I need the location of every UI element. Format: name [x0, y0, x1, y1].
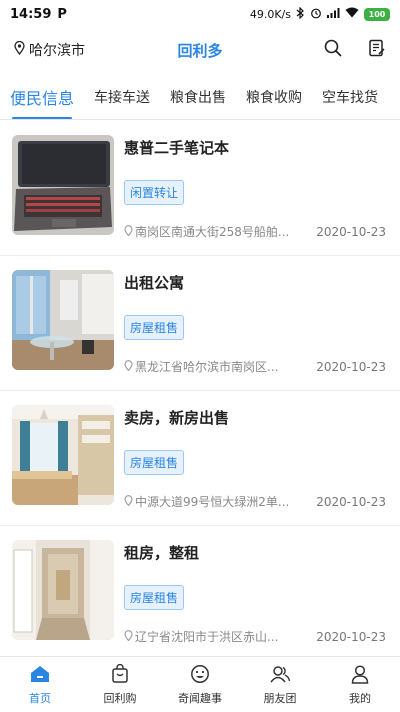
hallway-photo: [12, 540, 114, 640]
nav-profile[interactable]: 我的: [320, 657, 400, 712]
item-date: 2020-10-23: [316, 629, 386, 644]
home-icon: [29, 664, 51, 687]
item-info: 卖房，新房出售 房屋租售 中源大道99号恒大绿洲2单... 2020-10-23: [124, 405, 386, 525]
item-info: 租房，整租 房屋租售 辽宁省沈阳市于洪区赤山... 2020-10-23: [124, 540, 386, 656]
nav-stories[interactable]: 奇闻趣事: [160, 657, 240, 712]
location-pin-icon: [124, 359, 133, 374]
parking-notification-icon: P: [57, 6, 67, 22]
tab-car-pickup[interactable]: 车接车送: [84, 74, 160, 119]
nav-label: 回利购: [103, 691, 137, 705]
location-label: 哈尔滨市: [29, 43, 85, 59]
alarm-icon: [310, 7, 322, 22]
bedroom-photo: [12, 405, 114, 505]
location-pin-icon: [124, 494, 133, 509]
shopping-bag-icon: [110, 663, 130, 687]
post-edit-icon[interactable]: [368, 39, 386, 61]
item-date: 2020-10-23: [316, 494, 386, 509]
item-address: 辽宁省沈阳市于洪区赤山...: [135, 630, 279, 644]
post-list: 惠普二手笔记本 闲置转让 南岗区南通大街258号船舶... 2020-10-23: [0, 121, 400, 656]
bluetooth-icon: [296, 6, 305, 22]
nav-home[interactable]: 首页: [0, 657, 80, 712]
item-date: 2020-10-23: [316, 224, 386, 239]
item-title: 卖房，新房出售: [124, 409, 230, 427]
tab-grain-purchase[interactable]: 粮食收购: [236, 74, 312, 119]
user-icon: [350, 664, 370, 687]
network-speed: 49.0K/s: [249, 7, 291, 21]
location-pin-icon: [124, 224, 133, 239]
laptop-photo: [12, 135, 114, 235]
item-title: 出租公寓: [124, 274, 185, 292]
app-header: 哈尔滨市 回利多: [0, 30, 400, 70]
item-address: 南岗区南通大街258号船舶...: [135, 225, 290, 239]
battery-icon: 100: [364, 7, 390, 21]
list-item[interactable]: 出租公寓 房屋租售 黑龙江省哈尔滨市南岗区... 2020-10-23: [0, 256, 400, 391]
nav-label: 奇闻趣事: [178, 691, 222, 705]
nav-shop[interactable]: 回利购: [80, 657, 160, 712]
item-title: 租房，整租: [124, 544, 200, 562]
list-item[interactable]: 惠普二手笔记本 闲置转让 南岗区南通大街258号船舶... 2020-10-23: [0, 121, 400, 256]
item-title: 惠普二手笔记本: [124, 139, 230, 157]
item-date: 2020-10-23: [316, 359, 386, 374]
tab-grain-sale[interactable]: 粮食出售: [160, 74, 236, 119]
category-tabs: 便民信息 车接车送 粮食出售 粮食收购 空车找货: [0, 74, 400, 120]
item-address: 中源大道99号恒大绿洲2单...: [135, 495, 290, 509]
tab-empty-truck[interactable]: 空车找货: [312, 74, 388, 119]
nav-label: 我的: [349, 691, 371, 705]
nav-friends[interactable]: 朋友团: [240, 657, 320, 712]
search-icon[interactable]: [324, 39, 342, 61]
location-pin-icon: [124, 629, 133, 644]
nav-label: 朋友团: [263, 691, 297, 705]
list-item[interactable]: 租房，整租 房屋租售 辽宁省沈阳市于洪区赤山... 2020-10-23: [0, 526, 400, 656]
item-meta: 黑龙江省哈尔滨市南岗区... 2020-10-23: [124, 358, 386, 375]
item-meta: 中源大道99号恒大绿洲2单... 2020-10-23: [124, 493, 386, 510]
tab-convenience-info[interactable]: 便民信息: [0, 74, 84, 119]
nav-label: 首页: [29, 691, 51, 705]
location-pin-icon: [14, 40, 25, 59]
item-info: 惠普二手笔记本 闲置转让 南岗区南通大街258号船舶... 2020-10-23: [124, 135, 386, 255]
item-meta: 南岗区南通大街258号船舶... 2020-10-23: [124, 223, 386, 240]
category-badge: 房屋租售: [124, 585, 185, 610]
status-time: 14:59: [10, 6, 52, 22]
header-actions: [324, 39, 386, 61]
wifi-icon: [345, 7, 359, 21]
friends-icon: [269, 664, 291, 687]
status-right: 49.0K/s 100: [249, 6, 390, 22]
bottom-nav: 首页 回利购 奇闻趣事 朋友团 我的: [0, 656, 400, 712]
item-address: 黑龙江省哈尔滨市南岗区...: [135, 360, 279, 374]
smiley-icon: [190, 664, 210, 687]
location-selector[interactable]: 哈尔滨市: [14, 40, 85, 60]
item-meta: 辽宁省沈阳市于洪区赤山... 2020-10-23: [124, 628, 386, 645]
apartment-photo: [12, 270, 114, 370]
category-badge: 房屋租售: [124, 315, 185, 340]
item-info: 出租公寓 房屋租售 黑龙江省哈尔滨市南岗区... 2020-10-23: [124, 270, 386, 390]
status-bar: 14:59 P 49.0K/s 100: [0, 0, 400, 28]
category-badge: 房屋租售: [124, 450, 185, 475]
list-item[interactable]: 卖房，新房出售 房屋租售 中源大道99号恒大绿洲2单... 2020-10-23: [0, 391, 400, 526]
signal-icon: [327, 7, 340, 21]
category-badge: 闲置转让: [124, 180, 185, 205]
